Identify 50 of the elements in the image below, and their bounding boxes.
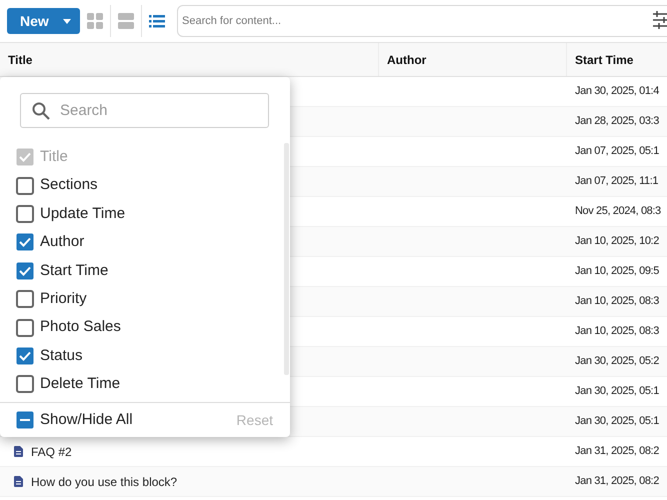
table-cell-text: Jan 30, 2025, 05:2	[575, 354, 659, 370]
checkbox[interactable]	[16, 318, 34, 337]
checkbox-label: Sections	[40, 175, 98, 196]
checkbox[interactable]	[16, 346, 34, 365]
checkbox-label: Photo Sales	[40, 317, 121, 338]
scrollbar[interactable]	[284, 143, 289, 375]
checkbox[interactable]	[16, 375, 34, 394]
checkbox[interactable]	[16, 411, 34, 429]
caret-icon	[62, 18, 71, 24]
search-field[interactable]: Search for content...	[177, 5, 667, 37]
table-cell-text: Jan 31, 2025, 08:2	[575, 474, 659, 490]
checkbox[interactable]	[16, 233, 34, 252]
search-icon	[32, 102, 50, 120]
checkbox-label: Start Time	[40, 260, 108, 280]
checkbox-label: Delete Time	[40, 374, 120, 394]
table-cell-text: How do you use this block?	[31, 474, 178, 490]
checkbox-label: Update Time	[40, 204, 126, 224]
new-button[interactable]: New	[7, 8, 80, 34]
document-icon	[14, 446, 23, 457]
checkbox[interactable]	[16, 176, 34, 195]
table-cell-text: Jan 10, 2025, 08:3	[575, 324, 659, 340]
table-cell-text: Jan 10, 2025, 10:2	[575, 234, 659, 250]
column-header[interactable]: Author	[387, 50, 426, 68]
checkbox[interactable]	[16, 262, 34, 280]
checkbox-label: Status	[40, 346, 83, 366]
search-field[interactable]: Search	[20, 93, 269, 128]
table-cell-text: Jan 30, 2025, 05:1	[575, 384, 659, 400]
list-icon	[149, 13, 165, 29]
table-cell-text: Jan 31, 2025, 08:2	[575, 444, 659, 460]
document-icon	[14, 476, 23, 487]
checkbox-label: Show/Hide All	[40, 410, 134, 430]
column-header[interactable]: Title	[8, 50, 32, 68]
table-cell-text: FAQ #2	[31, 444, 72, 460]
table-cell-text: Jan 07, 2025, 05:1	[575, 144, 659, 160]
grid-icon	[87, 13, 103, 29]
table-cell-text: Nov 25, 2024, 08:3	[575, 204, 661, 220]
rows-icon	[118, 13, 134, 29]
table-cell-text: Jan 10, 2025, 08:3	[575, 294, 659, 310]
column-header[interactable]: Start Time	[575, 50, 634, 68]
checkbox[interactable]	[16, 290, 34, 308]
checkbox-label: Author	[40, 232, 84, 252]
filter-icon	[653, 11, 667, 29]
checkbox-label: Priority	[40, 288, 87, 309]
table-cell-text: Jan 30, 2025, 05:1	[575, 414, 659, 430]
table-cell-text: Jan 30, 2025, 01:4	[575, 84, 659, 100]
checkbox[interactable]	[16, 204, 34, 223]
table-cell-text: Jan 07, 2025, 11:1	[575, 174, 658, 190]
table-cell-text: Jan 28, 2025, 03:3	[575, 114, 659, 130]
table-cell-text: Jan 10, 2025, 09:5	[575, 264, 659, 280]
checkbox-label: Title	[40, 146, 68, 167]
